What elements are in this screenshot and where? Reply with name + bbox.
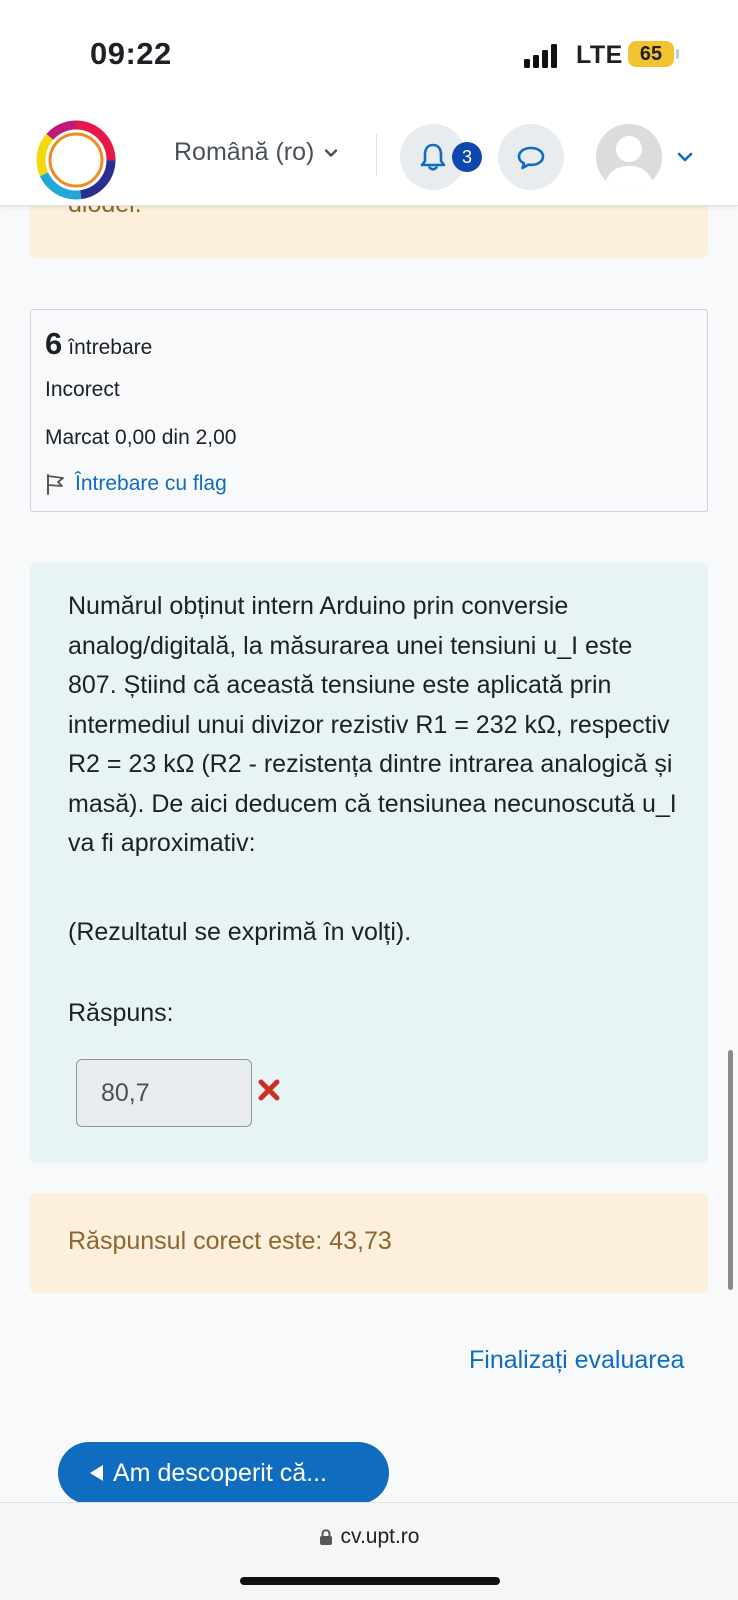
question-state: Incorect — [45, 378, 120, 401]
navbar-divider — [376, 134, 377, 176]
question-number-label: întrebare — [68, 336, 153, 359]
question-grade: Marcat 0,00 din 2,00 — [45, 426, 237, 449]
question-unit-hint: (Rezultatul se exprimă în volți). — [68, 918, 412, 946]
user-menu-chevron-icon[interactable] — [676, 148, 694, 166]
bell-icon — [420, 143, 446, 171]
correct-answer-feedback: Răspunsul corect este: 43,73 — [30, 1193, 708, 1293]
incorrect-x-icon — [258, 1079, 280, 1101]
messages-button[interactable] — [498, 124, 564, 190]
finish-review-link[interactable]: Finalizați evaluarea — [469, 1346, 684, 1375]
status-bar: 09:22 LTE 65 — [0, 0, 738, 108]
flag-question-label: Întrebare cu flag — [75, 472, 227, 495]
previous-feedback-text: diodei. — [68, 206, 142, 219]
answer-label: Răspuns: — [68, 999, 174, 1027]
question-formulation: Numărul obținut intern Arduino prin conv… — [30, 563, 708, 1163]
question-number: 6 întrebare — [45, 326, 152, 362]
question-text: Numărul obținut intern Arduino prin conv… — [68, 592, 677, 857]
language-selector[interactable]: Română (ro) — [174, 138, 338, 167]
lock-icon — [319, 1528, 332, 1545]
flag-question-link[interactable]: Întrebare cu flag — [45, 472, 227, 496]
chevron-down-icon — [325, 148, 338, 157]
question-number-value: 6 — [45, 326, 63, 361]
url-display[interactable]: cv.upt.ro — [0, 1525, 738, 1549]
correct-answer-text: Răspunsul corect este: 43,73 — [68, 1227, 392, 1255]
triangle-left-icon — [90, 1465, 103, 1481]
url-text: cv.upt.ro — [340, 1525, 420, 1548]
browser-address-bar[interactable]: cv.upt.ro — [0, 1502, 738, 1600]
previous-activity-label: Am descoperit că... — [113, 1458, 327, 1487]
battery-tip — [676, 49, 679, 59]
question-info-box: 6 întrebare Incorect Marcat 0,00 din 2,0… — [30, 309, 708, 512]
signal-strength-icon — [524, 44, 560, 68]
site-logo-icon[interactable] — [36, 120, 116, 200]
answer-input[interactable]: 80,7 — [76, 1059, 252, 1127]
notification-count-badge: 3 — [452, 142, 482, 172]
previous-question-feedback: diodei. — [30, 206, 708, 258]
language-label: Română (ro) — [174, 138, 315, 166]
user-silhouette-icon — [596, 124, 662, 190]
top-navbar: Română (ro) 3 — [0, 108, 738, 206]
previous-activity-button[interactable]: Am descoperit că... — [58, 1442, 389, 1504]
flag-icon — [47, 474, 64, 495]
network-type: LTE — [576, 41, 623, 69]
user-avatar[interactable] — [596, 124, 662, 190]
home-indicator[interactable] — [240, 1577, 500, 1585]
page-scrollbar[interactable] — [728, 1050, 733, 1290]
chat-bubble-icon — [517, 146, 545, 170]
battery-icon: 65 — [628, 41, 674, 67]
status-time: 09:22 — [90, 36, 172, 71]
